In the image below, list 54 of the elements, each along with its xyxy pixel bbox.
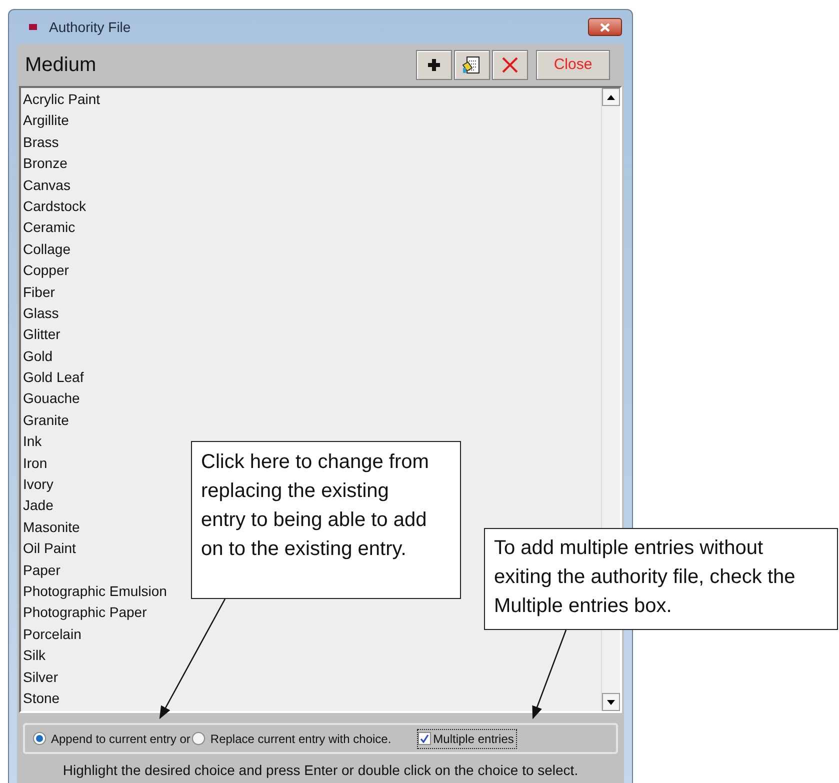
list-item[interactable]: Glitter <box>21 324 62 346</box>
list-item[interactable]: Porcelain <box>21 624 82 646</box>
list-item[interactable]: Iron <box>21 452 48 474</box>
list-item[interactable]: Masonite <box>21 516 81 538</box>
list-item[interactable]: Fiber <box>21 282 56 303</box>
list-item[interactable]: Ceramic <box>21 217 76 239</box>
panel-title: Medium <box>25 53 96 78</box>
hint-text: Highlight the desired choice and press Enter or double click on the choice to select. <box>62 761 580 780</box>
list-item[interactable]: Granite <box>21 410 70 432</box>
list-item[interactable]: Canvas <box>21 174 72 196</box>
list-item[interactable]: Oil Paint <box>21 538 77 560</box>
app-icon <box>29 24 37 30</box>
multiple-entries-checkbox[interactable]: Multiple entries <box>417 728 517 748</box>
document-edit-icon <box>462 55 482 75</box>
list-item[interactable]: Argillite <box>21 110 70 132</box>
list-item[interactable]: Glass <box>21 302 60 324</box>
checkbox[interactable] <box>418 732 432 745</box>
callout-tooltip: To add multiple entries without exiting the authority file, check the Multiple entries box. <box>484 528 838 630</box>
list-item[interactable]: Photographic Paper <box>21 602 148 624</box>
plus-icon <box>428 59 440 71</box>
list-item[interactable]: Collage <box>21 238 72 260</box>
list-item[interactable]: Jade <box>21 495 54 517</box>
down-arrow-icon <box>607 700 615 704</box>
radio-option[interactable]: Replace current entry with choice. <box>192 730 392 748</box>
checkmark-icon <box>420 734 430 743</box>
scroll-up-button[interactable] <box>602 88 620 106</box>
list-item[interactable]: Brass <box>21 132 60 154</box>
radio-option[interactable]: Append to current entry or <box>33 730 190 748</box>
list-item[interactable]: Silver <box>21 666 60 688</box>
radio-button[interactable] <box>33 732 46 745</box>
edit-button[interactable] <box>454 50 490 80</box>
list-item[interactable]: Photographic Emulsion <box>21 580 168 602</box>
list-item[interactable]: Copper <box>21 260 70 282</box>
list-item[interactable]: Gold <box>21 346 54 368</box>
list-item[interactable]: Ink <box>21 431 43 453</box>
delete-icon <box>502 57 518 73</box>
delete-button[interactable] <box>492 50 528 80</box>
list-item[interactable]: Ivory <box>21 474 54 496</box>
window-close-button[interactable] <box>588 18 622 36</box>
list-item[interactable]: Acrylic Paint <box>21 89 102 110</box>
callout-tooltip: Click here to change from replacing the existing entry to being able to add on to the existing entry. <box>191 441 461 599</box>
list-item[interactable]: Cardstock <box>21 196 88 218</box>
radio-button[interactable] <box>192 732 206 745</box>
up-arrow-icon <box>607 94 615 100</box>
list-item[interactable]: Gold Leaf <box>21 367 85 388</box>
list-item[interactable]: Silk <box>21 645 47 667</box>
list-item[interactable]: Stone <box>21 688 61 710</box>
scroll-down-button[interactable] <box>602 693 620 711</box>
list-item[interactable]: Paper <box>21 560 62 581</box>
window-title: Authority File <box>49 18 131 37</box>
add-button[interactable] <box>416 50 452 80</box>
list-item[interactable]: Gouache <box>21 388 81 410</box>
list-item[interactable]: Bronze <box>21 153 68 175</box>
close-icon <box>600 22 610 32</box>
